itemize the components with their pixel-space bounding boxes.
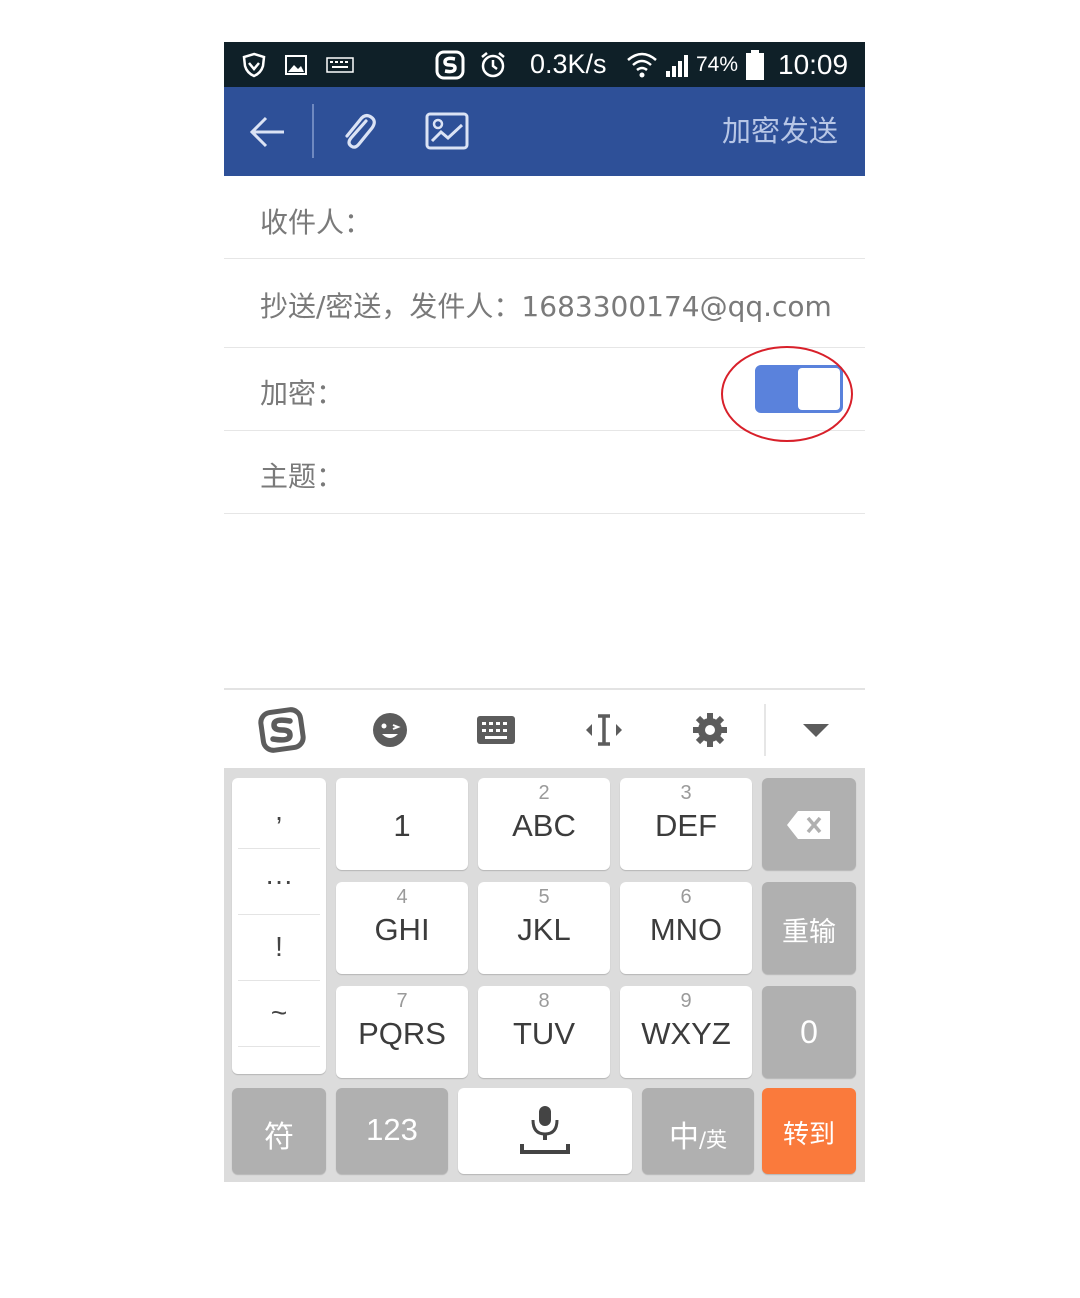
phone-screen: 0.3K/s 74% 10:09 加密发送 收件人： 抄送/密送，发件人：168…: [224, 42, 865, 1182]
key-number: 6: [680, 886, 692, 908]
punct-exclamation[interactable]: !: [232, 914, 326, 980]
microphone-icon: [520, 1106, 570, 1154]
punct-divider: [238, 1046, 320, 1047]
reinput-label: 重输: [782, 917, 836, 948]
key-letters: TUV: [513, 1016, 575, 1051]
network-speed: 0.3K/s: [530, 49, 607, 79]
key-letters: 1: [393, 808, 411, 843]
lang-main: 中: [668, 1120, 699, 1155]
symbol-label: 符: [264, 1120, 294, 1155]
toolbar-divider: [312, 104, 314, 158]
backspace-icon: [787, 811, 830, 839]
lang-alt: /英: [698, 1128, 728, 1152]
recipient-label: 收件人：: [260, 206, 373, 239]
sogou-icon: [434, 42, 466, 87]
clock: 10:09: [778, 48, 849, 80]
cc-bcc-row[interactable]: 抄送/密送，发件人：1683300174@qq.com: [224, 259, 865, 348]
battery-percent: 74%: [696, 52, 739, 76]
emoji-icon[interactable]: [360, 690, 420, 770]
key-number: 5: [538, 886, 550, 908]
annotation-circle: [721, 346, 853, 442]
key-letters: JKL: [517, 912, 571, 947]
key-letters: MNO: [649, 912, 723, 947]
encrypt-row: 加密：: [224, 346, 865, 442]
key-8-tuv[interactable]: 8 TUV: [478, 986, 610, 1078]
numbers-label: 123: [366, 1112, 418, 1147]
signal-icon: [664, 42, 692, 87]
key-letters: DEF: [655, 808, 717, 843]
key-5-jkl[interactable]: 5 JKL: [478, 882, 610, 974]
encrypt-label: 加密：: [260, 377, 345, 410]
numbers-key[interactable]: 123: [336, 1088, 448, 1174]
keyboard-icon: [326, 42, 354, 87]
alarm-icon: [478, 42, 508, 87]
space-key[interactable]: [458, 1088, 632, 1174]
cc-bcc-sender-label: 抄送/密送，发件人：1683300174@qq.com: [260, 290, 832, 323]
key-letters: GHI: [374, 912, 430, 947]
image-icon[interactable]: [424, 111, 470, 155]
recipient-row[interactable]: 收件人：: [224, 176, 865, 259]
subject-label: 主题：: [260, 460, 345, 493]
key-2-abc[interactable]: 2 ABC: [478, 778, 610, 870]
key-9-wxyz[interactable]: 9 WXYZ: [620, 986, 752, 1078]
sogou-logo-icon[interactable]: [252, 690, 312, 770]
subject-row[interactable]: 主题：: [224, 431, 865, 514]
key-letters: ABC: [512, 808, 576, 843]
key-letters: WXYZ: [641, 1016, 731, 1051]
key-number: 4: [396, 886, 408, 908]
key-number: 8: [538, 990, 550, 1012]
key-number: 7: [396, 990, 408, 1012]
goto-label: 转到: [782, 1120, 835, 1150]
punct-comma[interactable]: ,: [232, 778, 326, 844]
symbol-key[interactable]: 符: [232, 1088, 326, 1174]
battery-icon: [744, 42, 766, 87]
back-arrow-icon[interactable]: [246, 111, 288, 157]
key-1[interactable]: 1: [336, 778, 468, 870]
key-letters: PQRS: [358, 1016, 446, 1051]
key-7-pqrs[interactable]: 7 PQRS: [336, 986, 468, 1078]
key-number: 9: [680, 990, 692, 1012]
t9-keyboard: , ··· ! ~ 1 2 ABC 3 DEF 4 GHI 5 JKL 6 MN…: [224, 768, 865, 1182]
image-icon: [284, 42, 308, 87]
wifi-icon: [626, 42, 658, 87]
key-3-def[interactable]: 3 DEF: [620, 778, 752, 870]
toolbar-separator: [764, 704, 766, 756]
collapse-icon[interactable]: [786, 690, 846, 770]
language-switch-key[interactable]: 中/英: [642, 1088, 754, 1174]
key-6-mno[interactable]: 6 MNO: [620, 882, 752, 974]
key-number: 2: [538, 782, 550, 804]
language-switch-label: 中/英: [642, 1112, 754, 1156]
settings-icon[interactable]: [680, 690, 740, 770]
cursor-icon[interactable]: [574, 690, 634, 770]
compose-toolbar: 加密发送: [224, 87, 865, 176]
attachment-icon[interactable]: [336, 109, 380, 157]
status-bar: 0.3K/s 74% 10:09: [224, 42, 865, 87]
punctuation-column[interactable]: , ··· ! ~: [232, 778, 326, 1074]
key-0[interactable]: 0: [762, 986, 856, 1078]
reinput-key[interactable]: 重输: [762, 882, 856, 974]
send-encrypted-button[interactable]: 加密发送: [722, 87, 838, 176]
shield-icon: [240, 42, 268, 87]
backspace-key[interactable]: [762, 778, 856, 870]
punct-tilde[interactable]: ~: [232, 980, 326, 1046]
goto-key[interactable]: 转到: [762, 1088, 856, 1174]
key-4-ghi[interactable]: 4 GHI: [336, 882, 468, 974]
key-number: 3: [680, 782, 692, 804]
punct-ellipsis[interactable]: ···: [232, 848, 326, 914]
keyboard-toolbar: [224, 688, 865, 770]
keyboard-icon[interactable]: [466, 690, 526, 770]
zero-label: 0: [800, 1014, 818, 1050]
